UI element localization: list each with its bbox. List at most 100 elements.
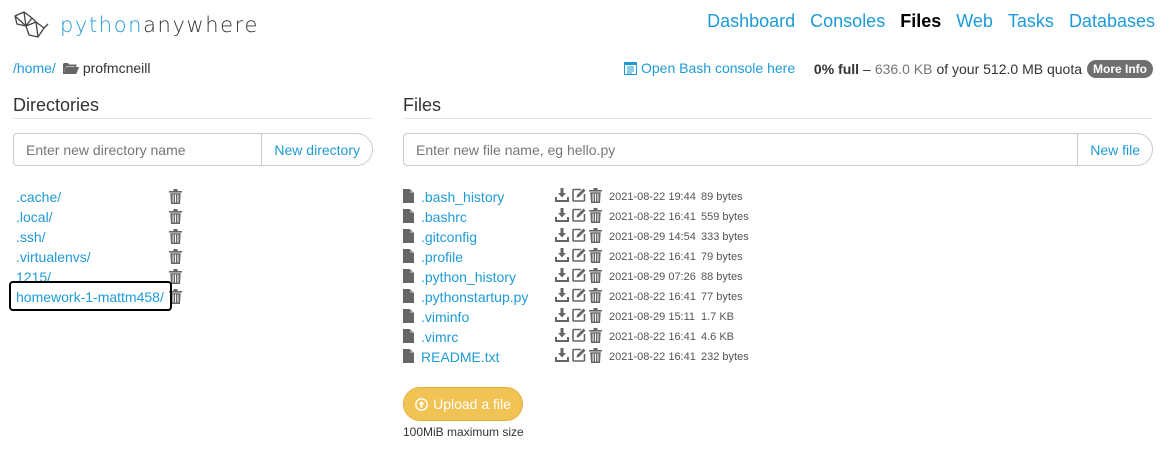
trash-icon[interactable]	[589, 188, 602, 203]
directory-link[interactable]: 1215/	[16, 269, 51, 285]
edit-icon[interactable]	[572, 308, 586, 323]
new-directory-input[interactable]	[13, 133, 262, 166]
terminal-icon	[624, 61, 637, 75]
breadcrumb-home[interactable]: /home/	[13, 60, 56, 76]
file-link[interactable]: .bash_history	[421, 189, 504, 205]
edit-icon[interactable]	[572, 188, 586, 203]
file-size: 333 bytes	[701, 231, 749, 243]
quota-used: 636.0 KB	[874, 61, 933, 77]
file-actions	[555, 308, 602, 323]
file-list: .bash_history 2021-08-22 19:44 89 bytes .ba…	[403, 187, 763, 367]
download-icon[interactable]	[555, 348, 569, 363]
download-icon[interactable]	[555, 308, 569, 323]
open-bash-console-link[interactable]: Open Bash console here	[624, 60, 795, 76]
file-size: 88 bytes	[701, 271, 743, 283]
edit-icon[interactable]	[572, 348, 586, 363]
download-icon[interactable]	[555, 208, 569, 223]
files-divider	[403, 118, 1153, 119]
file-link[interactable]: .bashrc	[421, 209, 467, 225]
edit-icon[interactable]	[572, 328, 586, 343]
file-link[interactable]: .viminfo	[421, 309, 469, 325]
download-icon[interactable]	[555, 268, 569, 283]
file-icon	[403, 329, 414, 343]
file-actions	[555, 328, 602, 343]
edit-icon[interactable]	[572, 228, 586, 243]
top-nav: Dashboard Consoles Files Web Tasks Datab…	[707, 11, 1155, 32]
trash-icon[interactable]	[589, 208, 602, 223]
trash-icon[interactable]	[589, 308, 602, 323]
file-icon	[403, 229, 414, 243]
breadcrumb: /home/ profmcneill	[13, 60, 151, 76]
nav-consoles[interactable]: Consoles	[810, 11, 885, 32]
file-link[interactable]: .vimrc	[421, 329, 458, 345]
trash-icon[interactable]	[589, 268, 602, 283]
trash-icon[interactable]	[589, 228, 602, 243]
download-icon[interactable]	[555, 228, 569, 243]
edit-icon[interactable]	[572, 248, 586, 263]
directories-divider	[13, 118, 373, 119]
file-icon	[403, 349, 414, 363]
file-size: 77 bytes	[701, 291, 743, 303]
download-icon[interactable]	[555, 188, 569, 203]
trash-icon[interactable]	[589, 288, 602, 303]
quota-percent: 0% full	[813, 61, 860, 77]
trash-icon[interactable]	[169, 209, 182, 224]
trash-icon[interactable]	[589, 328, 602, 343]
trash-icon[interactable]	[169, 269, 182, 284]
new-file-input[interactable]	[403, 133, 1078, 166]
file-link[interactable]: .gitconfig	[421, 229, 477, 245]
upload-file-button[interactable]: Upload a file	[403, 387, 523, 421]
edit-icon[interactable]	[572, 208, 586, 223]
download-icon[interactable]	[555, 288, 569, 303]
file-row: .gitconfig 2021-08-29 14:54 333 bytes	[403, 227, 763, 247]
file-date: 2021-08-22 16:41	[609, 351, 696, 363]
file-link[interactable]: README.txt	[421, 349, 500, 365]
file-icon	[403, 209, 414, 223]
trash-icon[interactable]	[169, 189, 182, 204]
nav-files[interactable]: Files	[900, 11, 941, 32]
file-row: .profile 2021-08-22 16:41 79 bytes	[403, 247, 763, 267]
trash-icon[interactable]	[589, 348, 602, 363]
file-actions	[555, 268, 602, 283]
nav-dashboard[interactable]: Dashboard	[707, 11, 795, 32]
directory-link[interactable]: .ssh/	[16, 229, 46, 245]
directory-row: .ssh/	[13, 227, 188, 247]
file-link[interactable]: .pythonstartup.py	[421, 289, 528, 305]
download-icon[interactable]	[555, 248, 569, 263]
file-row: README.txt 2021-08-22 16:41 232 bytes	[403, 347, 763, 367]
file-actions	[555, 348, 602, 363]
file-date: 2021-08-22 19:44	[609, 191, 696, 203]
nav-web[interactable]: Web	[956, 11, 993, 32]
directory-link[interactable]: .cache/	[16, 189, 61, 205]
trash-icon[interactable]	[169, 229, 182, 244]
directory-row: .cache/	[13, 187, 188, 207]
directory-link[interactable]: .local/	[16, 209, 53, 225]
directory-link[interactable]: .virtualenvs/	[16, 249, 91, 265]
file-icon	[403, 249, 414, 263]
pythonanywhere-logo[interactable]: pythonanywhere	[12, 10, 259, 40]
more-info-badge[interactable]: More Info	[1087, 60, 1153, 78]
edit-icon[interactable]	[572, 288, 586, 303]
file-link[interactable]: .profile	[421, 249, 463, 265]
upload-circle-icon	[415, 397, 428, 411]
file-size: 4.6 KB	[701, 331, 735, 343]
bash-link-label: Open Bash console here	[641, 60, 796, 76]
nav-databases[interactable]: Databases	[1069, 11, 1155, 32]
file-row: .pythonstartup.py 2021-08-22 16:41 77 byte…	[403, 287, 763, 307]
directory-link[interactable]: homework-1-mattm458/	[16, 289, 164, 305]
nav-tasks[interactable]: Tasks	[1008, 11, 1054, 32]
file-date: 2021-08-29 15:11	[609, 311, 696, 323]
new-directory-button[interactable]: New directory	[261, 133, 373, 166]
download-icon[interactable]	[555, 328, 569, 343]
trash-icon[interactable]	[169, 289, 182, 304]
trash-icon[interactable]	[589, 248, 602, 263]
file-size: 559 bytes	[701, 211, 749, 223]
file-link[interactable]: .python_history	[421, 269, 516, 285]
trash-icon[interactable]	[169, 249, 182, 264]
quota-info: 0% full – 636.0 KB of your 512.0 MB quot…	[814, 60, 1153, 78]
edit-icon[interactable]	[572, 268, 586, 283]
brand-name: pythonanywhere	[60, 12, 259, 37]
file-icon	[403, 269, 414, 283]
quota-of: of your 512.0 MB quota	[936, 61, 1082, 77]
new-file-button[interactable]: New file	[1077, 133, 1153, 166]
